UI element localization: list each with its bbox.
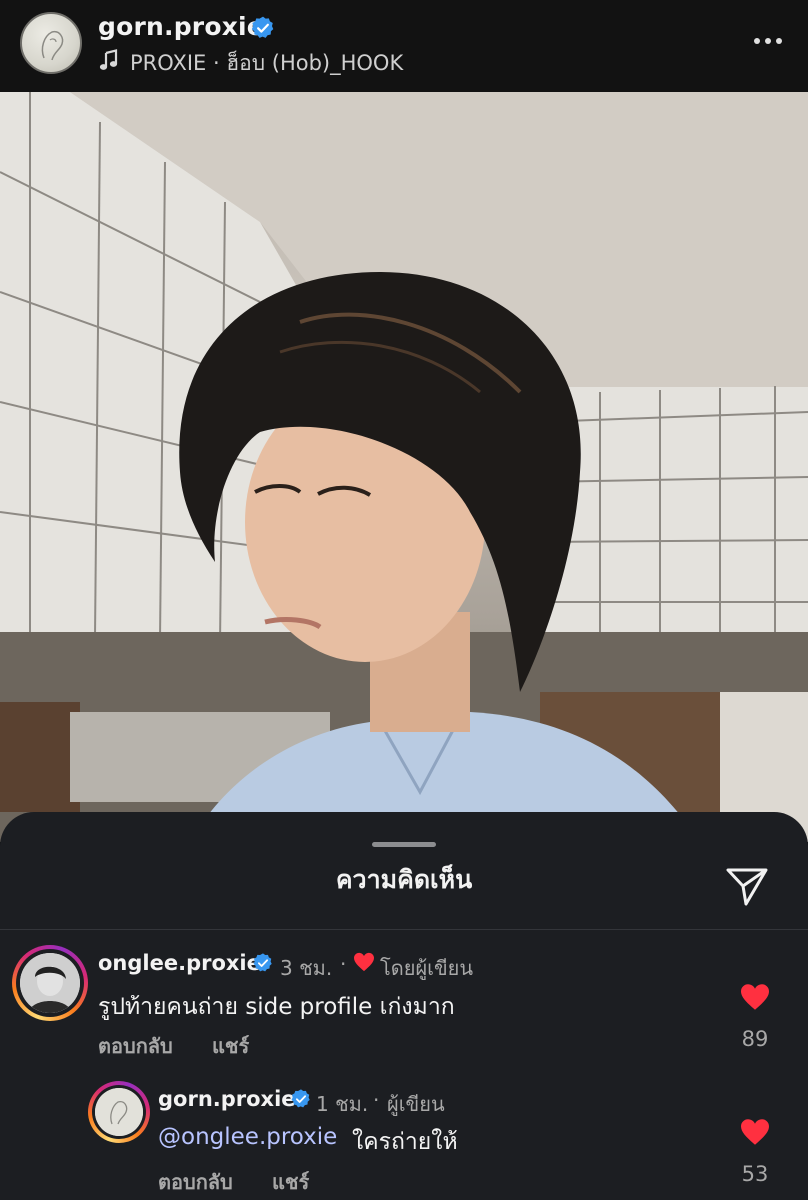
heart-icon	[353, 952, 375, 976]
more-icon	[754, 38, 782, 44]
comment-text: รูปท้ายคนถ่าย side profile เก่งมาก	[98, 994, 455, 1020]
commenter-username[interactable]: gorn.proxie	[158, 1087, 296, 1111]
share-comment-button[interactable]: แชร์	[272, 1166, 309, 1198]
avatar-photo	[95, 1088, 143, 1136]
like-count: 53	[741, 1162, 769, 1186]
author-avatar[interactable]	[20, 12, 82, 74]
music-icon	[98, 48, 120, 76]
post-header: gorn.proxie PROXIE · ฮ็อบ (Hob)_HOOK	[0, 0, 808, 92]
comment-time: 1 ชม.	[316, 1092, 369, 1116]
reply-button[interactable]: ตอบกลับ	[158, 1166, 233, 1198]
share-comment-button[interactable]: แชร์	[212, 1030, 249, 1062]
heart-icon	[741, 984, 769, 1010]
avatar-photo	[20, 953, 80, 1013]
author-badge: ผู้เขียน	[387, 1092, 445, 1116]
song-label[interactable]: PROXIE · ฮ็อบ (Hob)_HOOK	[130, 47, 403, 80]
author-username[interactable]: gorn.proxie	[98, 12, 264, 41]
share-button[interactable]	[724, 864, 770, 908]
commenter-avatar[interactable]	[12, 945, 88, 1021]
reply-button[interactable]: ตอบกลับ	[98, 1030, 173, 1062]
photo-illustration	[0, 92, 808, 842]
heart-icon	[741, 1119, 769, 1145]
sheet-divider	[0, 929, 808, 930]
mention-link[interactable]: @onglee.proxie	[158, 1124, 337, 1150]
verified-icon	[250, 15, 276, 45]
commenter-username[interactable]: onglee.proxie	[98, 951, 261, 975]
avatar-sketch	[41, 30, 64, 61]
like-button[interactable]	[739, 983, 771, 1015]
verified-icon	[252, 952, 274, 978]
comments-title: ความคิดเห็น	[335, 865, 473, 894]
commenter-avatar[interactable]	[88, 1081, 150, 1143]
author-liked-badge: โดยผู้เขียน	[380, 956, 474, 980]
meta-separator: ·	[340, 952, 347, 976]
meta-separator: ·	[373, 1088, 380, 1112]
like-count: 89	[741, 1027, 769, 1051]
like-button[interactable]	[739, 1118, 771, 1150]
more-options-button[interactable]	[748, 26, 788, 56]
send-icon	[726, 868, 768, 906]
post-photo[interactable]	[0, 92, 808, 842]
verified-icon	[290, 1088, 312, 1114]
comment-text: ใครถ่ายให้	[352, 1129, 458, 1155]
comment-time: 3 ชม.	[280, 956, 333, 980]
sheet-grabber[interactable]	[372, 842, 436, 847]
